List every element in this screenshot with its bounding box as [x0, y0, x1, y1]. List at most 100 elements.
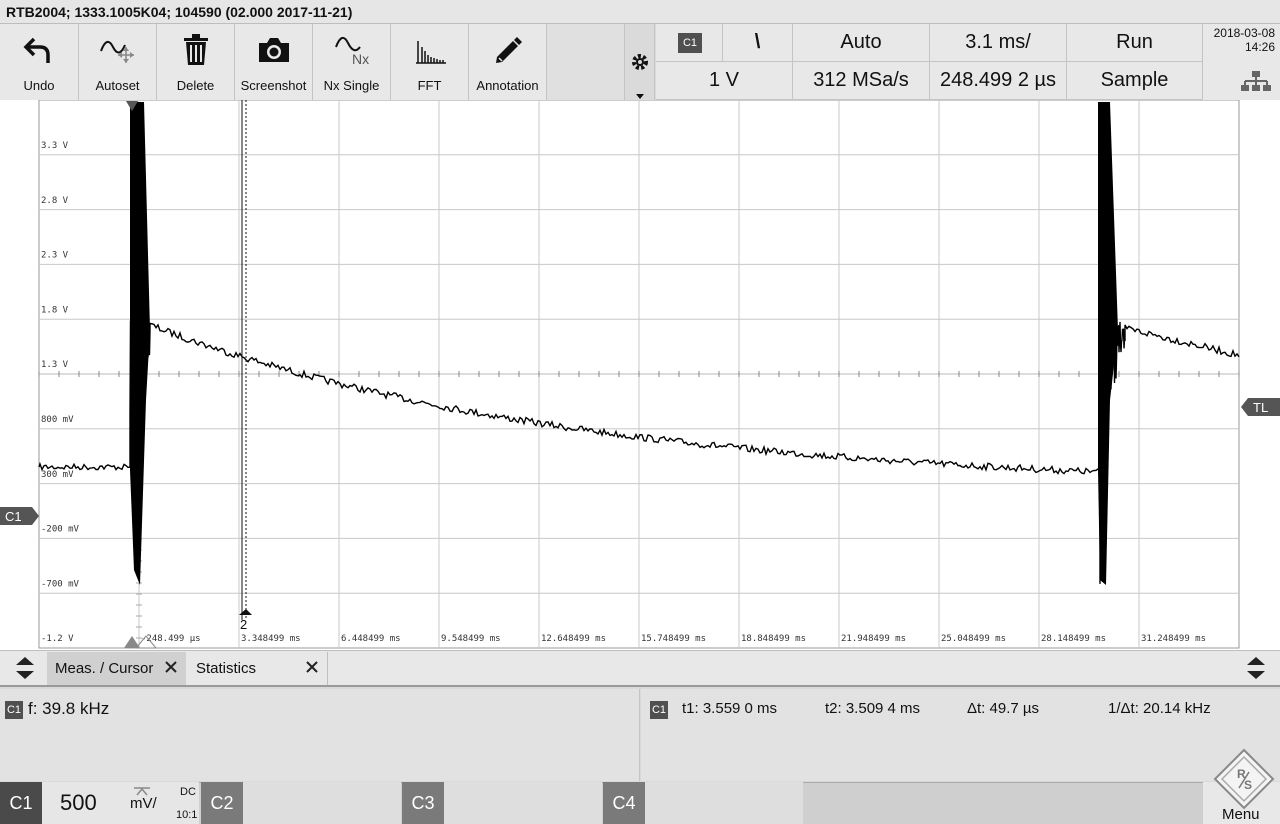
waveform-svg: 3.3 V 2.8 V 2.3 V 1.8 V 1.3 V 800 mV 300 mV -20… [0, 100, 1280, 649]
tabbar-scroll-left-icon[interactable] [14, 655, 36, 686]
y-scale-label: 2.3 V [41, 251, 69, 261]
tabbar-scroll-right-icon[interactable] [1245, 655, 1267, 686]
channel-c3-settings[interactable] [444, 782, 602, 824]
menu-button[interactable]: R S Menu [1203, 748, 1280, 824]
window-title: RTB2004; 1333.1005K04; 104590 (02.000 20… [0, 0, 1280, 24]
c1-coupling: DC [180, 786, 196, 798]
fft-button[interactable]: FFT [391, 24, 469, 100]
x-scale-label: 21.948499 ms [841, 634, 906, 644]
datetime-panel: 2018-03-08 14:26 [1203, 24, 1280, 100]
cursor-channel-chip: C1 [650, 701, 668, 719]
nx-single-label: Nx Single [323, 78, 380, 93]
sample-rate: 312 MSa/s [793, 62, 930, 100]
y-scale-label: 800 mV [41, 415, 74, 425]
cursor-t2: t2: 3.509 4 ms [825, 700, 921, 717]
svg-text:S: S [1244, 778, 1252, 792]
autoset-label: Autoset [95, 78, 140, 93]
cursor-marker-label: 2 [240, 617, 247, 632]
c1-offset-marker-label: C1 [5, 509, 22, 524]
x-scale-label: 12.648499 ms [541, 634, 606, 644]
annotation-button[interactable]: Annotation [469, 24, 547, 100]
acquisition-mode[interactable]: Sample [1067, 62, 1203, 100]
waveform-display[interactable]: 3.3 V 2.8 V 2.3 V 1.8 V 1.3 V 800 mV 300 mV -20… [0, 100, 1280, 650]
cursor-t1: t1: 3.559 0 ms [682, 700, 778, 717]
y-scale-label: -700 mV [41, 579, 80, 589]
rohde-schwarz-logo-icon: R S [1213, 748, 1275, 810]
y-scale-label: -1.2 V [41, 634, 74, 644]
menu-label: Menu [1222, 806, 1260, 823]
screenshot-label: Screenshot [240, 78, 307, 93]
channel-c2-tab[interactable]: C2 [201, 782, 243, 824]
annotation-label: Annotation [476, 78, 539, 93]
date-text: 2018-03-08 [1213, 26, 1275, 40]
y-scale-label: 300 mV [41, 470, 74, 480]
camera-icon [235, 32, 312, 68]
undo-label: Undo [23, 78, 55, 93]
channel-c3-tab[interactable]: C3 [402, 782, 444, 824]
x-scale-label: 25.048499 ms [941, 634, 1006, 644]
c1-burst-2 [1098, 102, 1118, 585]
run-stop-button[interactable]: Run [1067, 24, 1203, 62]
time-text: 14:26 [1244, 40, 1275, 54]
network-icon [1241, 70, 1271, 95]
x-scale-label: 31.248499 ms [1141, 634, 1206, 644]
toolbar-empty-slot [547, 24, 625, 100]
pencil-icon [469, 32, 546, 68]
undo-icon [0, 32, 78, 68]
c1-offset-indicator-icon [134, 787, 150, 796]
y-scale-label: 3.3 V [41, 141, 69, 151]
delete-label: Delete [176, 78, 215, 93]
trigger-slope[interactable]: \ [723, 24, 793, 62]
tab-statistics-label: Statistics [196, 660, 257, 677]
autoset-icon [79, 32, 156, 68]
trigger-mode[interactable]: Auto [793, 24, 930, 62]
falling-edge-icon: \ [754, 31, 761, 53]
horizontal-position[interactable]: 248.499 2 µs [930, 62, 1067, 100]
nx-icon-text: Nx [352, 51, 369, 67]
measurement-frequency: f: 39.8 kHz [28, 699, 110, 718]
tab-meas-cursor-label: Meas. / Cursor [55, 660, 154, 677]
trigger-source[interactable]: C1 [656, 24, 723, 62]
x-scale-label: 9.548499 ms [441, 634, 501, 644]
gear-icon [630, 52, 650, 77]
nx-single-icon: Nx [313, 32, 390, 68]
graticule [38, 100, 1240, 649]
y-scale-label: 1.3 V [41, 360, 69, 370]
settings-button[interactable] [625, 24, 655, 100]
c1-vertical-scale: 500 [60, 790, 97, 815]
trigger-level[interactable]: 1 V [656, 62, 793, 100]
undo-button[interactable]: Undo [0, 24, 79, 100]
close-tab-meas-icon[interactable] [164, 660, 178, 679]
trash-icon [157, 32, 234, 68]
nx-single-button[interactable]: Nx Nx Single [313, 24, 391, 100]
channel-c4-tab[interactable]: C4 [603, 782, 645, 824]
trigger-level-marker-label: TL [1253, 400, 1268, 415]
y-scale-label: 2.8 V [41, 196, 69, 206]
y-scale-label: 1.8 V [41, 305, 69, 315]
channel-c1-settings[interactable]: 500 mV/ DC 10:1 [42, 782, 199, 824]
c1-burst-1 [130, 102, 150, 585]
c1-vertical-unit: mV/ [130, 795, 157, 812]
channel-c2-settings[interactable] [243, 782, 401, 824]
channel-c4-settings[interactable] [645, 782, 803, 824]
cursor-marker-arrow [239, 609, 252, 615]
close-tab-statistics-icon[interactable] [305, 660, 319, 679]
y-scale-labels: 3.3 V 2.8 V 2.3 V 1.8 V 1.3 V 800 mV 300 mV -20… [41, 141, 80, 644]
y-scale-label: -200 mV [41, 525, 80, 535]
x-scale-label: 28.148499 ms [1041, 634, 1106, 644]
fft-icon [391, 32, 468, 68]
screenshot-button[interactable]: Screenshot [235, 24, 313, 100]
measurement-channel-chip: C1 [5, 701, 23, 719]
x-scale-label: 15.748499 ms [641, 634, 706, 644]
cursor-inverse-delta-t: 1/Δt: 20.14 kHz [1108, 700, 1211, 717]
time-scale[interactable]: 3.1 ms/ [930, 24, 1067, 62]
trigger-source-chip: C1 [678, 32, 702, 53]
autoset-button[interactable]: Autoset [79, 24, 157, 100]
x-scale-labels: -248.499 µs 3.348499 ms 6.448499 ms 9.54849… [141, 634, 1206, 644]
cursor-delta-t: Δt: 49.7 µs [967, 700, 1040, 717]
fft-label: FFT [417, 78, 442, 93]
x-scale-label: -248.499 µs [141, 634, 201, 644]
delete-button[interactable]: Delete [157, 24, 235, 100]
x-scale-label: 18.848499 ms [741, 634, 806, 644]
channel-c1-tab[interactable]: C1 [0, 782, 42, 824]
